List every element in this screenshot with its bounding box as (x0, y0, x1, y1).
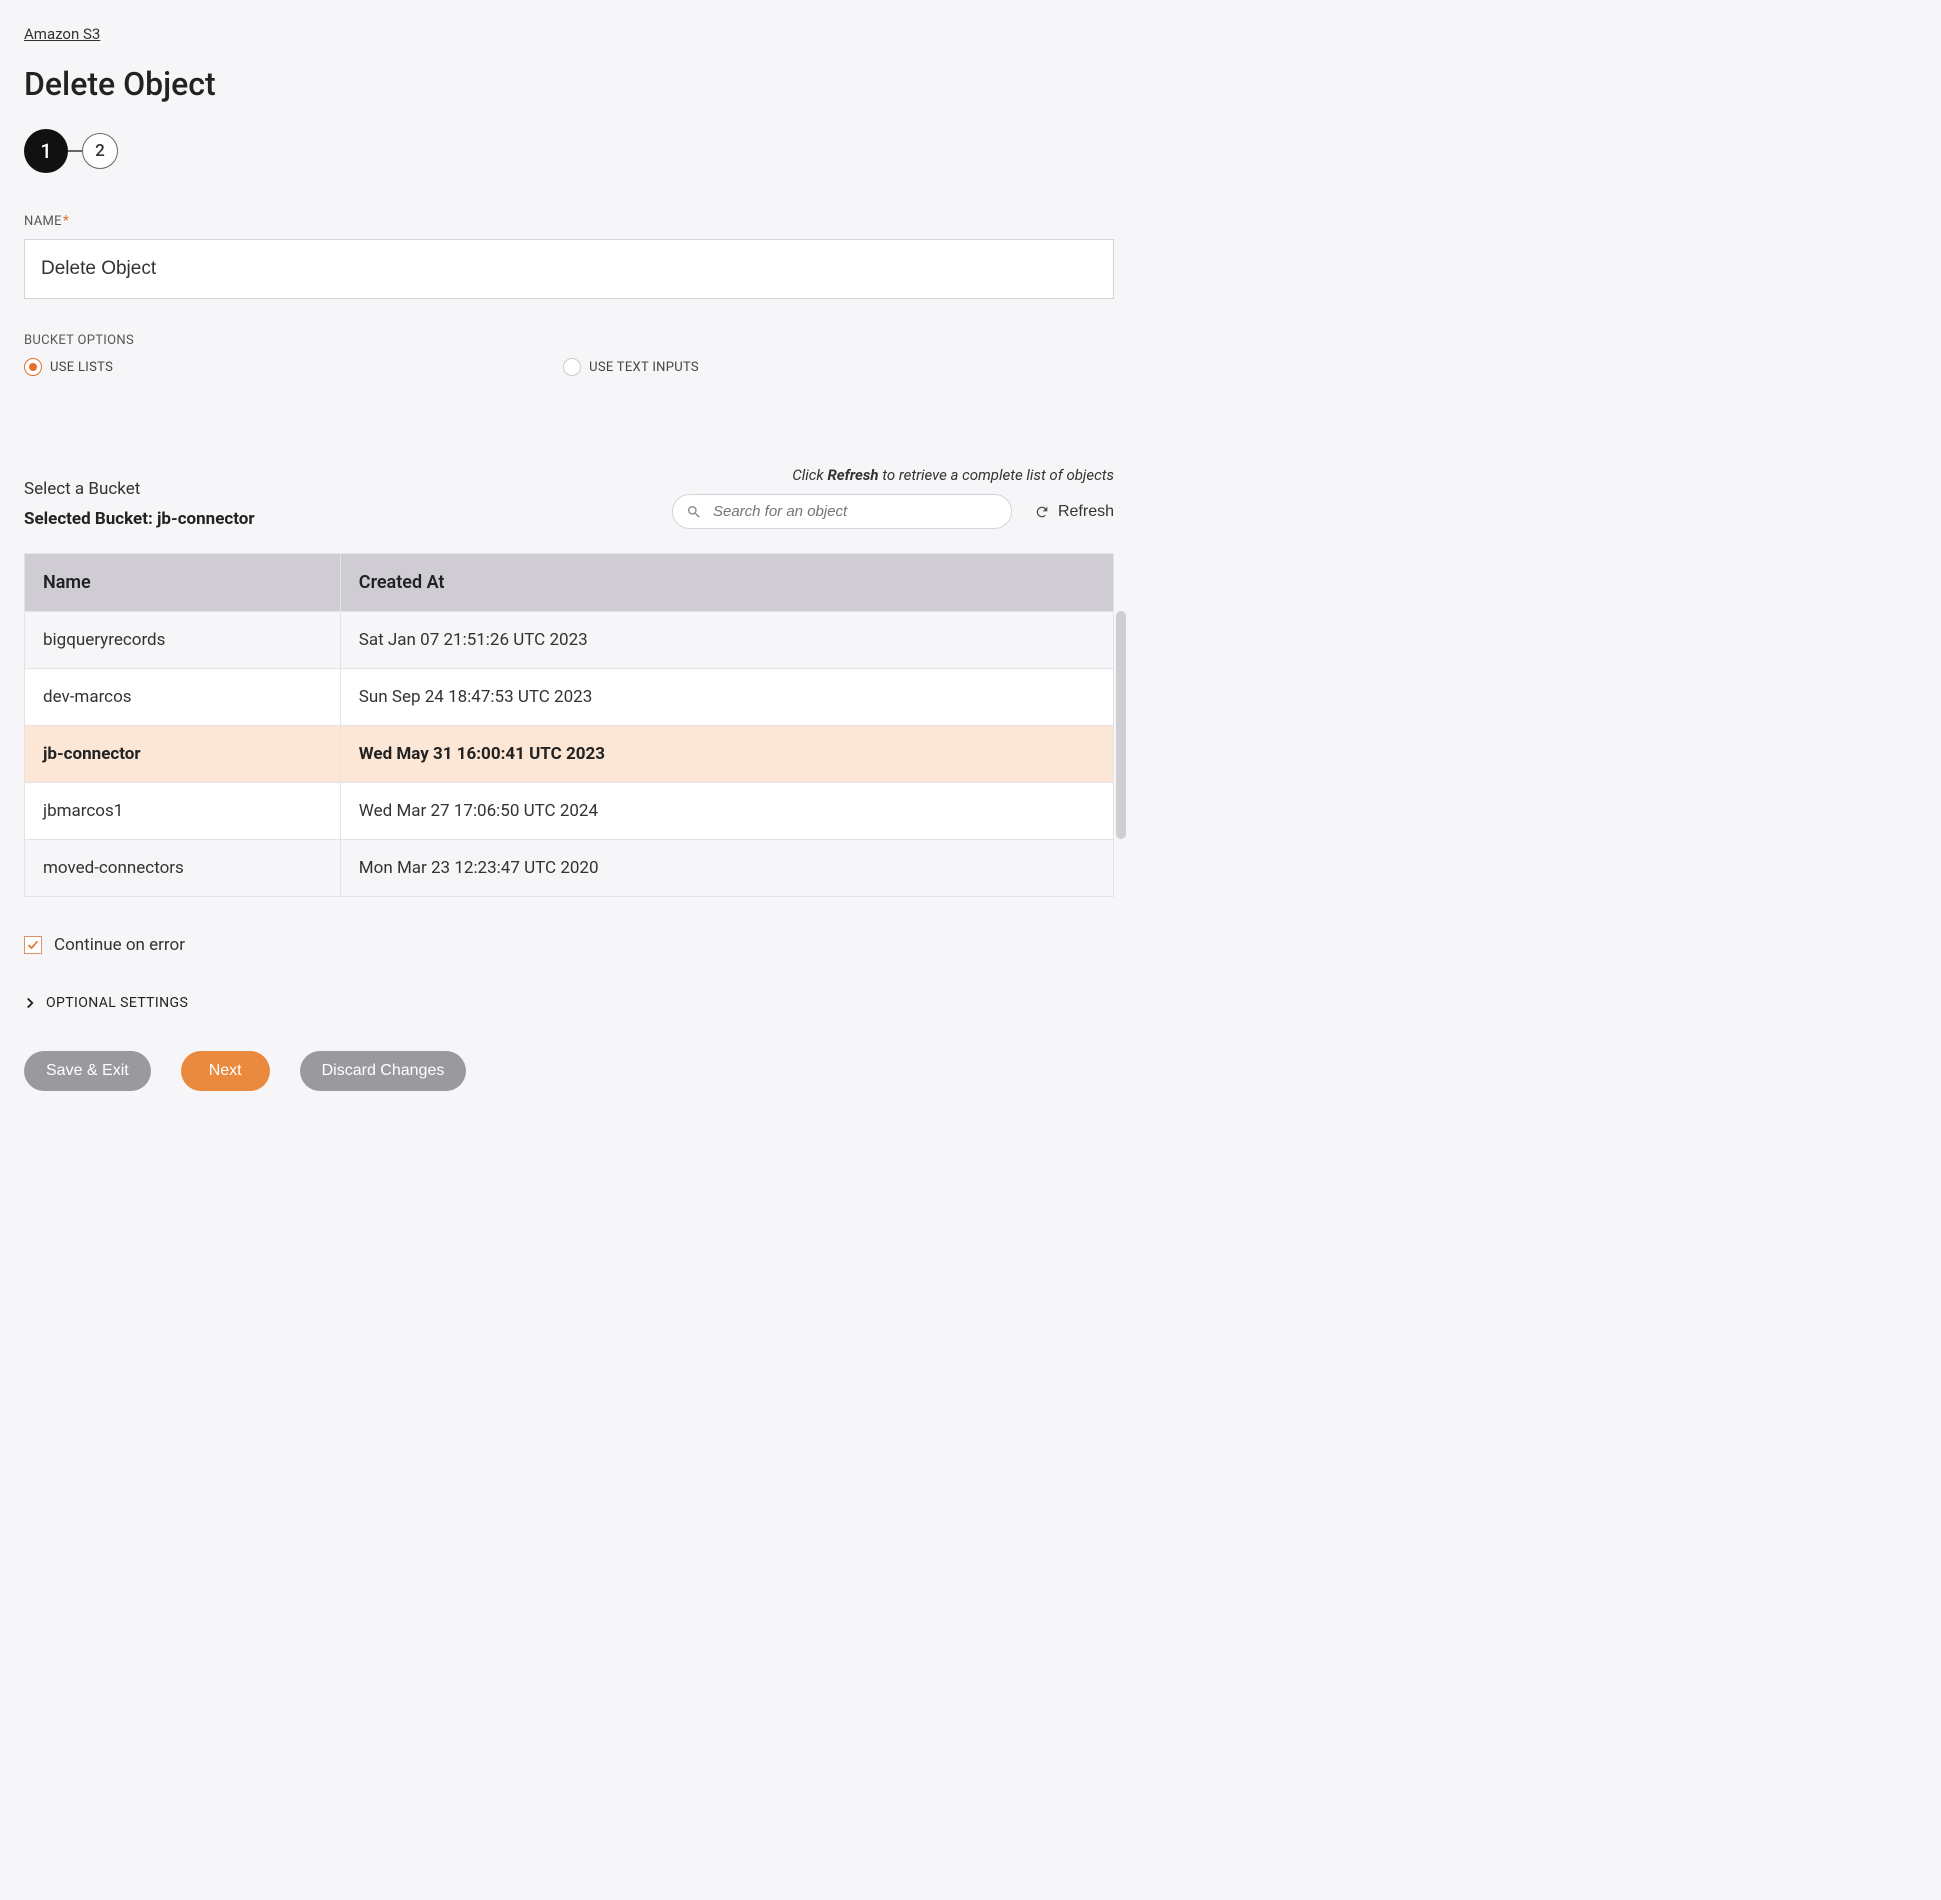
search-input[interactable] (672, 494, 1012, 529)
optional-settings-toggle[interactable]: OPTIONAL SETTINGS (24, 995, 1114, 1011)
cell-created-at: Wed May 31 16:00:41 UTC 2023 (340, 726, 1113, 783)
name-field-label: NAME* (24, 213, 1114, 229)
continue-on-error-label: Continue on error (54, 935, 185, 955)
stepper: 1 2 (24, 129, 1114, 173)
page-title: Delete Object (24, 65, 1114, 103)
check-icon (27, 939, 39, 951)
refresh-hint: Click Refresh to retrieve a complete lis… (792, 466, 1114, 484)
table-row[interactable]: jb-connectorWed May 31 16:00:41 UTC 2023 (25, 726, 1114, 783)
table-row[interactable]: jbmarcos1Wed Mar 27 17:06:50 UTC 2024 (25, 783, 1114, 840)
select-bucket-label: Select a Bucket (24, 479, 255, 499)
optional-settings-label: OPTIONAL SETTINGS (46, 995, 188, 1011)
search-icon (686, 504, 702, 520)
table-row[interactable]: bigqueryrecordsSat Jan 07 21:51:26 UTC 2… (25, 612, 1114, 669)
radio-icon (563, 358, 581, 376)
continue-on-error-checkbox[interactable] (24, 936, 42, 954)
cell-bucket-name: moved-connectors (25, 840, 341, 897)
cell-created-at: Sat Jan 07 21:51:26 UTC 2023 (340, 612, 1113, 669)
radio-use-text-inputs[interactable]: USE TEXT INPUTS (563, 358, 699, 376)
table-row[interactable]: moved-connectorsMon Mar 23 12:23:47 UTC … (25, 840, 1114, 897)
radio-use-lists[interactable]: USE LISTS (24, 358, 113, 376)
col-header-created-at[interactable]: Created At (340, 554, 1113, 612)
name-input[interactable] (24, 239, 1114, 299)
breadcrumb-amazon-s3[interactable]: Amazon S3 (24, 25, 100, 43)
radio-use-text-inputs-label: USE TEXT INPUTS (589, 360, 699, 375)
col-header-name[interactable]: Name (25, 554, 341, 612)
table-row[interactable]: dev-marcosSun Sep 24 18:47:53 UTC 2023 (25, 669, 1114, 726)
chevron-right-icon (24, 997, 36, 1009)
cell-bucket-name: jbmarcos1 (25, 783, 341, 840)
step-divider (68, 150, 82, 152)
refresh-icon (1034, 504, 1050, 520)
discard-changes-button[interactable]: Discard Changes (300, 1051, 467, 1091)
refresh-button[interactable]: Refresh (1034, 503, 1114, 521)
bucket-options-label: BUCKET OPTIONS (24, 333, 1114, 348)
cell-created-at: Wed Mar 27 17:06:50 UTC 2024 (340, 783, 1113, 840)
cell-created-at: Mon Mar 23 12:23:47 UTC 2020 (340, 840, 1113, 897)
buckets-table: Name Created At bigqueryrecordsSat Jan 0… (24, 553, 1114, 897)
radio-icon (24, 358, 42, 376)
scrollbar[interactable] (1116, 611, 1126, 839)
cell-bucket-name: bigqueryrecords (25, 612, 341, 669)
radio-use-lists-label: USE LISTS (50, 360, 113, 375)
cell-bucket-name: jb-connector (25, 726, 341, 783)
next-button[interactable]: Next (181, 1051, 270, 1091)
save-exit-button[interactable]: Save & Exit (24, 1051, 151, 1091)
cell-created-at: Sun Sep 24 18:47:53 UTC 2023 (340, 669, 1113, 726)
step-1[interactable]: 1 (24, 129, 68, 173)
selected-bucket-label: Selected Bucket: jb-connector (24, 509, 255, 529)
step-2[interactable]: 2 (82, 133, 118, 169)
refresh-button-label: Refresh (1058, 503, 1114, 521)
cell-bucket-name: dev-marcos (25, 669, 341, 726)
